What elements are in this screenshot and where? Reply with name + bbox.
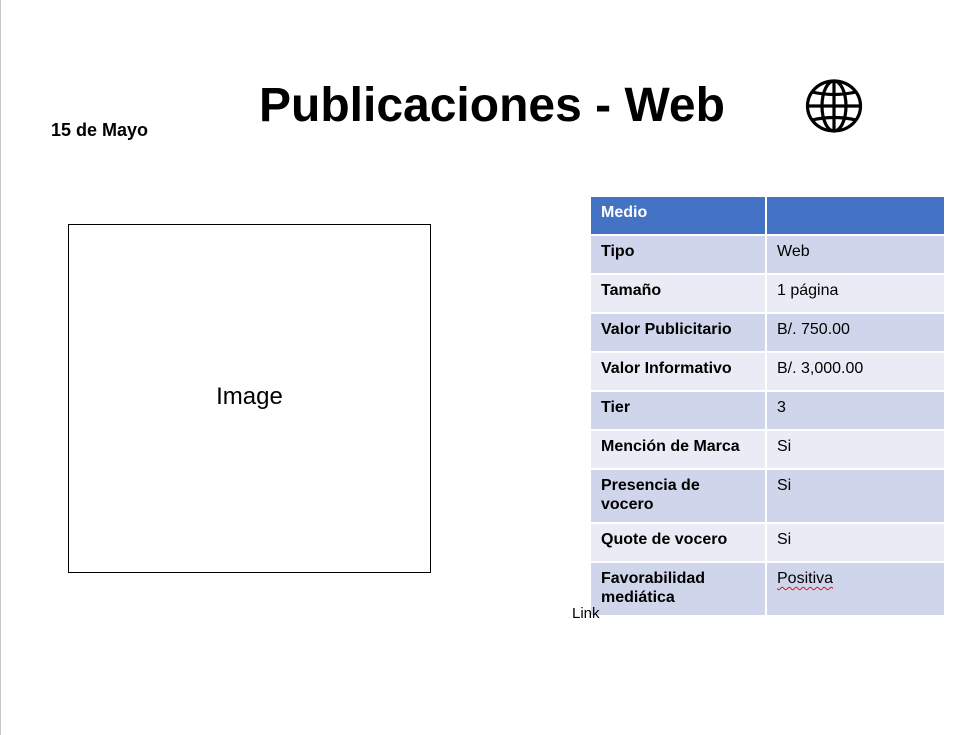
link-text[interactable]: Link <box>572 605 600 622</box>
table-row: Mención de Marca Si <box>589 429 946 470</box>
table-row: Tier 3 <box>589 390 946 431</box>
table-header-key: Medio <box>589 195 767 236</box>
row-key: Valor Publicitario <box>589 312 767 353</box>
row-key: Presencia de vocero <box>589 468 767 524</box>
table-row: Quote de vocero Si <box>589 522 946 563</box>
row-key: Tier <box>589 390 767 431</box>
table-header-row: Medio <box>589 195 946 236</box>
row-value: B/. 750.00 <box>765 312 946 353</box>
row-key: Quote de vocero <box>589 522 767 563</box>
image-placeholder-label: Image <box>216 382 283 410</box>
row-key: Tamaño <box>589 273 767 314</box>
row-value: Si <box>765 522 946 563</box>
table-row: Tamaño 1 página <box>589 273 946 314</box>
row-value: 1 página <box>765 273 946 314</box>
table-row: Tipo Web <box>589 234 946 275</box>
table-row: Valor Publicitario B/. 750.00 <box>589 312 946 353</box>
row-key: Mención de Marca <box>589 429 767 470</box>
page-title: Publicaciones - Web <box>259 79 725 132</box>
media-info-table: Medio Tipo Web Tamaño 1 página Valor Pub… <box>589 195 946 617</box>
slide: Publicaciones - Web 15 de Mayo Image Med… <box>0 0 979 735</box>
row-value-text: Positiva <box>777 570 834 587</box>
table-row: Favorabilidad mediática Positiva <box>589 561 946 617</box>
row-key: Tipo <box>589 234 767 275</box>
globe-icon <box>805 79 863 133</box>
row-value: B/. 3,000.00 <box>765 351 946 392</box>
image-placeholder: Image <box>68 224 431 573</box>
date-label: 15 de Mayo <box>51 120 149 140</box>
row-value: Si <box>765 468 946 524</box>
row-value: Positiva <box>765 561 946 617</box>
row-value: Web <box>765 234 946 275</box>
row-value: 3 <box>765 390 946 431</box>
table-row: Presencia de vocero Si <box>589 468 946 524</box>
row-key: Valor Informativo <box>589 351 767 392</box>
table-row: Valor Informativo B/. 3,000.00 <box>589 351 946 392</box>
row-value: Si <box>765 429 946 470</box>
table-header-value <box>765 195 946 236</box>
row-key: Favorabilidad mediática <box>589 561 767 617</box>
